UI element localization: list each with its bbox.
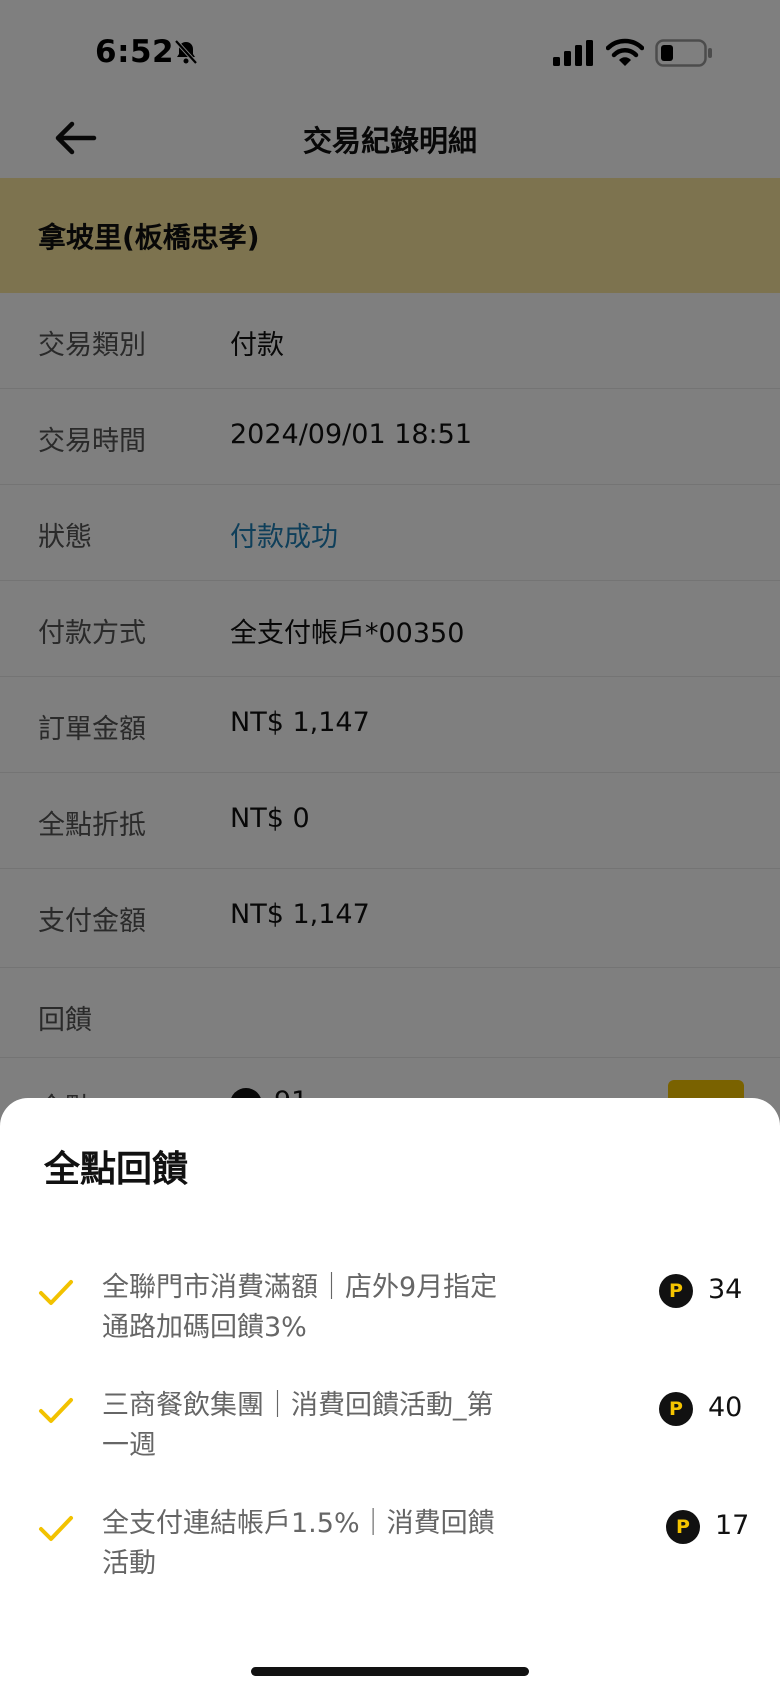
points-feedback-sheet: 全點回饋 全聯門市消費滿額｜店外9月指定 通路加碼回饋3% P 34 三商餐飲集… — [0, 1098, 780, 1691]
reward-description: 三商餐飲集團｜消費回饋活動_第 一週 — [102, 1386, 542, 1466]
transaction-detail-page: 6:52 交易紀錄明細 拿坡里(板 — [0, 0, 780, 1691]
point-coin-icon: P — [659, 1392, 693, 1426]
reward-description: 全支付連結帳戶1.5%｜消費回饋 活動 — [102, 1504, 542, 1584]
reward-line-2: 通路加碼回饋3% — [102, 1312, 307, 1343]
point-coin-icon: P — [666, 1510, 700, 1544]
sheet-title: 全點回饋 — [44, 1149, 189, 1190]
home-indicator — [251, 1667, 529, 1676]
reward-points: 40 — [708, 1392, 743, 1423]
coin-letter: P — [669, 1280, 683, 1302]
reward-line-1: 三商餐飲集團｜消費回饋活動_第 — [102, 1390, 494, 1421]
check-icon — [39, 1280, 73, 1305]
reward-points: 17 — [715, 1510, 750, 1541]
reward-item: 三商餐飲集團｜消費回饋活動_第 一週 P 40 — [0, 1386, 780, 1486]
coin-letter: P — [676, 1516, 690, 1538]
reward-description: 全聯門市消費滿額｜店外9月指定 通路加碼回饋3% — [102, 1268, 542, 1348]
check-icon — [39, 1516, 73, 1541]
reward-item: 全支付連結帳戶1.5%｜消費回饋 活動 P 17 — [0, 1504, 780, 1604]
reward-line-1: 全聯門市消費滿額｜店外9月指定 — [102, 1272, 498, 1303]
reward-line-1: 全支付連結帳戶1.5%｜消費回饋 — [102, 1508, 495, 1539]
reward-item: 全聯門市消費滿額｜店外9月指定 通路加碼回饋3% P 34 — [0, 1268, 780, 1368]
check-icon — [39, 1398, 73, 1423]
reward-line-2: 活動 — [102, 1548, 156, 1579]
coin-letter: P — [669, 1398, 683, 1420]
reward-line-2: 一週 — [102, 1430, 156, 1461]
reward-points: 34 — [708, 1274, 743, 1305]
point-coin-icon: P — [659, 1274, 693, 1308]
